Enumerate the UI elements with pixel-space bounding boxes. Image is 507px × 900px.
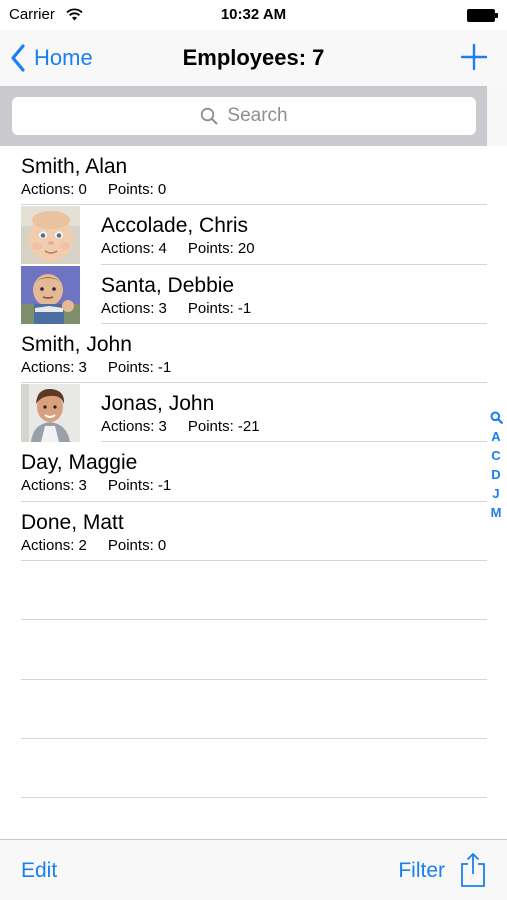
bottom-toolbar: Edit Filter <box>0 839 507 900</box>
points-count: Points: -21 <box>187 418 260 436</box>
employee-name: Jonas, John <box>101 392 215 416</box>
page-title: Employees: 7 <box>182 45 325 70</box>
points-count: Points: 20 <box>187 240 255 258</box>
search-icon <box>201 107 218 125</box>
table-row[interactable]: Accolade, Chris Actions: 4 Points: 20 <box>0 205 507 265</box>
employee-table: Smith, Alan Actions: 0 Points: 0 Accolade… <box>0 146 507 799</box>
employee-name: Done, Matt <box>21 510 124 534</box>
employee-stats: Actions: 4 Points: 20 <box>101 240 255 257</box>
table-row[interactable]: Jonas, John Actions: 3 Points: -21 <box>0 383 507 443</box>
search-gutter <box>487 86 507 146</box>
index-letter-a[interactable]: A <box>491 427 500 446</box>
share-button[interactable] <box>459 852 487 888</box>
index-letter-c[interactable]: C <box>491 446 500 465</box>
avatar <box>21 384 80 443</box>
edit-button[interactable]: Edit <box>21 859 57 883</box>
plus-icon <box>460 43 488 71</box>
employee-name: Smith, Alan <box>21 155 128 178</box>
employee-stats: Actions: 3 Points: -1 <box>101 300 251 317</box>
actions-count: Actions: 4 <box>101 240 167 258</box>
table-row[interactable]: Smith, Alan Actions: 0 Points: 0 <box>0 146 507 206</box>
avatar <box>21 206 80 265</box>
employee-stats: Actions: 3 Points: -1 <box>21 359 171 376</box>
search-input[interactable]: Search <box>12 97 476 135</box>
employee-name: Smith, John <box>21 332 132 356</box>
status-bar: Carrier 10:32 AM <box>0 0 507 30</box>
index-search-icon[interactable] <box>490 411 503 424</box>
employee-stats: Actions: 3 Points: -21 <box>101 418 260 435</box>
actions-count: Actions: 3 <box>21 477 87 495</box>
points-count: Points: -1 <box>107 358 172 376</box>
search-placeholder: Search <box>227 105 288 126</box>
search-bar: Search <box>0 86 487 146</box>
section-index: A C D J M <box>486 408 506 522</box>
actions-count: Actions: 3 <box>101 418 167 436</box>
table-row[interactable]: Done, Matt Actions: 2 Points: 0 <box>0 502 507 562</box>
filter-button[interactable]: Filter <box>398 859 445 883</box>
empty-row <box>0 739 507 799</box>
employee-stats: Actions: 3 Points: -1 <box>21 477 171 494</box>
table-row[interactable]: Day, Maggie Actions: 3 Points: -1 <box>0 442 507 502</box>
employee-name: Santa, Debbie <box>101 273 235 297</box>
index-letter-d[interactable]: D <box>491 465 500 484</box>
battery-icon <box>467 9 498 22</box>
employee-stats: Actions: 2 Points: 0 <box>21 537 166 554</box>
points-count: Points: 0 <box>107 181 167 198</box>
points-count: Points: -1 <box>187 299 252 317</box>
empty-row <box>0 561 507 621</box>
table-row[interactable]: Santa, Debbie Actions: 3 Points: -1 <box>0 265 507 324</box>
points-count: Points: -1 <box>107 477 172 495</box>
table-row[interactable]: Smith, John Actions: 3 Points: -1 <box>0 324 507 384</box>
employee-stats: Actions: 0 Points: 0 <box>21 181 166 198</box>
actions-count: Actions: 3 <box>21 358 87 376</box>
index-letter-j[interactable]: J <box>492 484 499 503</box>
empty-row <box>0 680 507 739</box>
points-count: Points: 0 <box>107 536 167 554</box>
clock: 10:32 AM <box>220 6 287 23</box>
index-letter-m[interactable]: M <box>491 503 502 522</box>
share-icon <box>461 853 485 887</box>
employee-name: Accolade, Chris <box>101 214 249 238</box>
actions-count: Actions: 3 <box>101 299 167 317</box>
empty-row <box>0 620 507 680</box>
employee-name: Day, Maggie <box>21 451 138 475</box>
avatar <box>21 265 80 324</box>
actions-count: Actions: 0 <box>21 181 87 198</box>
navigation-bar: Home Employees: 7 <box>0 30 507 86</box>
actions-count: Actions: 2 <box>21 536 87 554</box>
add-employee-button[interactable] <box>459 42 489 72</box>
